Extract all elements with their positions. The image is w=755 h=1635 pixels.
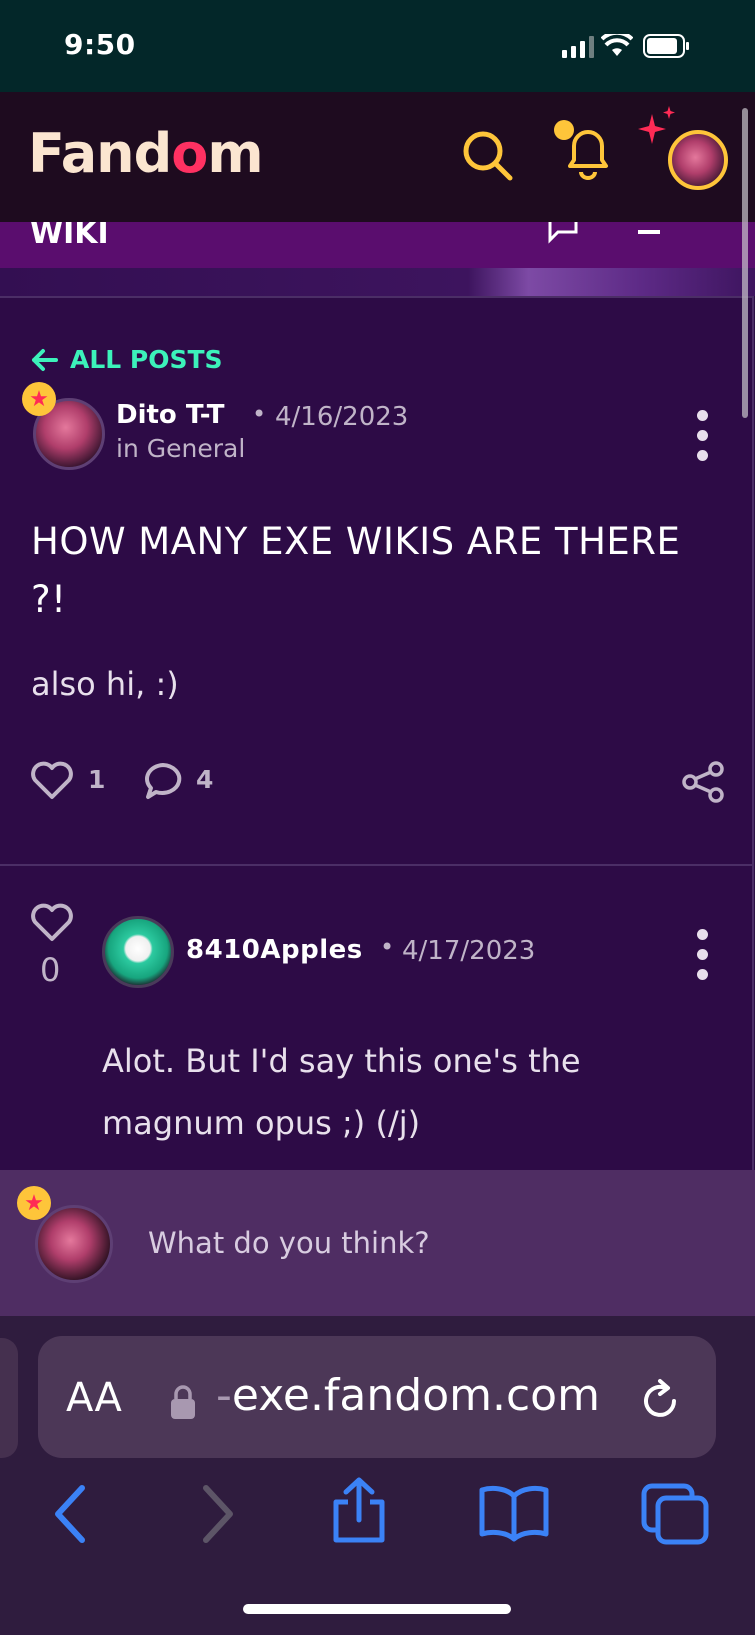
reload-icon[interactable]: [638, 1378, 684, 1424]
post-date: 4/16/2023: [275, 402, 409, 432]
notification-bell-icon[interactable]: [550, 116, 616, 186]
wiki-banner: WIKI: [0, 222, 755, 268]
reply-heart-icon[interactable]: [30, 903, 74, 943]
browser-back-icon[interactable]: [50, 1484, 90, 1544]
lock-icon: [171, 1385, 195, 1419]
status-time: 9:50: [64, 28, 136, 61]
post-category[interactable]: in General: [116, 434, 245, 463]
reply-author-avatar[interactable]: [102, 916, 174, 988]
menu-icon[interactable]: [636, 222, 664, 240]
heart-icon[interactable]: [30, 761, 74, 801]
arrow-left-icon: [32, 348, 58, 371]
fandom-logo[interactable]: Fandom: [28, 122, 264, 185]
reply-date: 4/17/2023: [402, 936, 536, 966]
separator-dot: •: [380, 933, 395, 961]
wifi-icon: [601, 34, 633, 56]
browser-share-icon[interactable]: [330, 1476, 388, 1546]
scrollbar[interactable]: [742, 108, 748, 418]
url-prefix: -: [216, 1370, 232, 1421]
star-badge-icon: ★: [22, 382, 56, 416]
logo-text-prefix: Fand: [28, 122, 172, 185]
url-domain: exe.fandom.com: [231, 1370, 600, 1421]
star-badge-icon: ★: [17, 1186, 51, 1220]
composer-placeholder[interactable]: What do you think?: [148, 1226, 430, 1260]
separator-dot: •: [252, 400, 267, 428]
post-body: also hi, :): [31, 665, 179, 703]
composer-avatar: [35, 1205, 113, 1283]
comment-icon[interactable]: [142, 761, 184, 801]
post-more-options-icon[interactable]: [696, 410, 708, 461]
browser-forward-icon[interactable]: [198, 1484, 238, 1544]
like-count: 1: [88, 765, 106, 794]
all-posts-link[interactable]: ALL POSTS: [30, 345, 223, 374]
previous-tab-peek[interactable]: [0, 1338, 18, 1458]
post-title: HOW MANY EXE WIKIS ARE THERE ?!: [31, 520, 681, 621]
reply-body: Alot. But I'd say this one's the magnum …: [102, 1042, 581, 1142]
wiki-title[interactable]: WIKI: [30, 222, 109, 251]
page-settings-button[interactable]: AA: [66, 1375, 122, 1421]
discussion-icon[interactable]: [546, 222, 596, 244]
reply-more-options-icon[interactable]: [696, 929, 708, 980]
browser-tabs-icon[interactable]: [640, 1482, 712, 1546]
banner-stripe: [0, 268, 755, 296]
url-text[interactable]: -exe.fandom.com: [216, 1370, 600, 1421]
post-author[interactable]: Dito T-T: [116, 400, 224, 430]
home-indicator[interactable]: [243, 1604, 511, 1614]
share-icon[interactable]: [680, 760, 726, 804]
browser-bookmarks-icon[interactable]: [478, 1482, 550, 1542]
search-icon[interactable]: [460, 128, 516, 184]
logo-heart: o: [171, 122, 208, 185]
reply-author[interactable]: 8410Apples: [186, 935, 363, 965]
logo-text-suffix: m: [207, 122, 263, 185]
cellular-signal-icon: [562, 36, 594, 58]
user-avatar-icon[interactable]: [668, 130, 728, 190]
all-posts-label: ALL POSTS: [70, 345, 223, 374]
reply-like-count: 0: [40, 951, 61, 989]
comment-count: 4: [196, 765, 214, 794]
battery-icon: [643, 34, 689, 58]
sparkle-icon: [638, 106, 675, 144]
